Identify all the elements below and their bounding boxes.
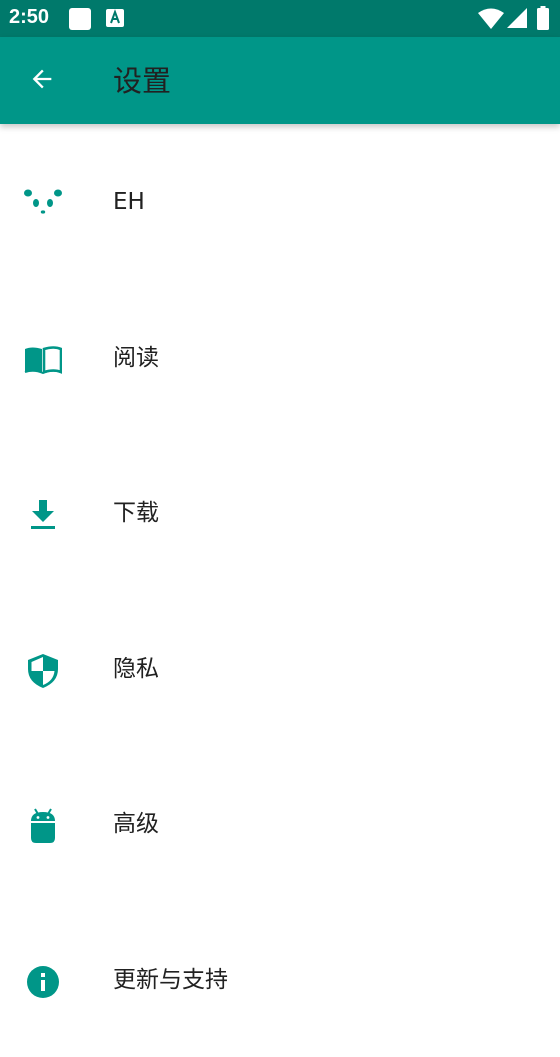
settings-item-privacy[interactable]: 隐私 [0,591,560,747]
shield-icon [23,651,63,691]
a-letter-icon [106,9,124,31]
settings-item-update-support[interactable]: 更新与支持 [0,902,560,1057]
notification-square-icon [68,7,92,35]
panda-icon [23,184,63,224]
settings-item-advanced[interactable]: 高级 [0,746,560,902]
back-button[interactable] [18,57,66,105]
arrow-left-icon [28,65,56,97]
app-bar: 设置 [0,37,560,124]
settings-item-label: EH [113,188,145,216]
settings-list: EH 阅读 下载 隐私 [0,124,560,1057]
wifi-icon [478,8,504,34]
settings-item-label: 阅读 [113,344,159,372]
settings-item-eh[interactable]: EH [0,124,560,280]
book-icon [23,340,63,380]
info-icon [23,962,63,1002]
download-icon [23,495,63,535]
android-icon [23,806,63,846]
battery-icon [537,6,549,34]
settings-item-label: 高级 [113,810,159,838]
signal-icon [507,8,527,32]
settings-item-label: 隐私 [113,655,159,683]
settings-item-label: 更新与支持 [113,966,228,994]
settings-item-label: 下载 [113,499,159,527]
status-bar: 2:50 [0,0,560,37]
settings-item-reading[interactable]: 阅读 [0,280,560,436]
status-time: 2:50 [9,6,49,29]
page-title: 设置 [113,64,171,98]
settings-item-download[interactable]: 下载 [0,435,560,591]
